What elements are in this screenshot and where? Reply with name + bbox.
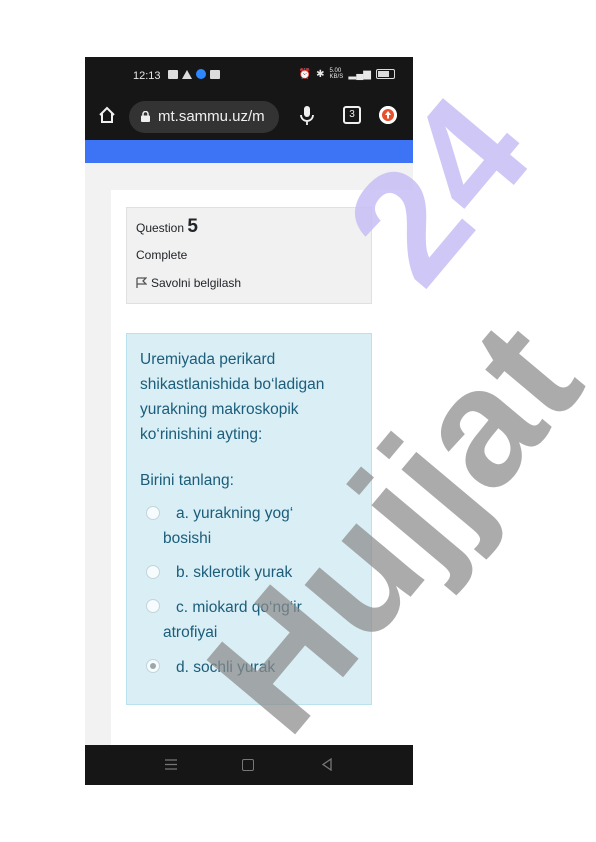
question-label: Question [136, 221, 185, 235]
option-c-text: c. miokard qo‘ng‘ir [176, 599, 302, 616]
home-icon[interactable] [97, 105, 117, 125]
option-d-text: d. sochli yurak [176, 659, 276, 676]
option-a-text: a. yurakning yog‘ [176, 505, 294, 522]
status-time: 12:13 [133, 70, 161, 82]
alarm-icon: ⏰ [298, 68, 312, 80]
question-text: Uremiyada perikard shikastlanishida bo‘l… [140, 351, 325, 443]
tabs-button[interactable]: 3 [343, 106, 361, 124]
url-text: mt.sammu.uz/m [158, 108, 265, 125]
mic-icon[interactable] [299, 105, 315, 127]
net-speed: 5.00 KB/S [329, 68, 344, 80]
option-a-text-2: bosishi [163, 530, 212, 547]
nav-home-icon[interactable] [242, 759, 254, 771]
question-info-block: Question 5 Complete Savolni belgilash [126, 207, 372, 304]
question-number: 5 [187, 216, 198, 237]
message-icon [168, 69, 178, 79]
flag-question-link[interactable]: Savolni belgilash [136, 276, 241, 290]
android-nav-bar [85, 745, 413, 785]
question-content: Uremiyada perikard shikastlanishida bo‘l… [126, 333, 372, 705]
question-state: Complete [136, 248, 188, 262]
system-icons: ⏰ ✱ 5.00 KB/S ▂▄▆ [299, 68, 395, 80]
recent-apps-icon[interactable] [165, 759, 177, 770]
question-title: Question 5 [136, 216, 198, 238]
app-icon [196, 69, 206, 79]
option-c-text-2: atrofiyai [163, 624, 218, 641]
lock-icon [141, 111, 150, 122]
bluetooth-icon: ✱ [316, 68, 325, 80]
radio-b[interactable] [146, 565, 160, 579]
status-bar: 12:13 ⏰ ✱ 5.00 KB/S ▂▄▆ [85, 57, 413, 94]
radio-d[interactable] [146, 659, 160, 673]
site-header-bar [85, 140, 413, 163]
notification-icons [168, 69, 220, 79]
battery-icon [376, 69, 395, 79]
back-icon[interactable] [321, 758, 333, 771]
signal-icon: ▂▄▆ [348, 68, 371, 80]
address-bar[interactable]: mt.sammu.uz/m [129, 101, 279, 133]
warning-icon [182, 69, 192, 79]
flag-label: Savolni belgilash [151, 276, 242, 290]
radio-a[interactable] [146, 506, 160, 520]
flag-icon [136, 277, 147, 288]
image-icon [210, 69, 220, 79]
browser-toolbar: mt.sammu.uz/m 3 [85, 94, 413, 140]
radio-c[interactable] [146, 599, 160, 613]
option-b-text: b. sklerotik yurak [176, 564, 293, 581]
phone-screen: 12:13 ⏰ ✱ 5.00 KB/S ▂▄▆ mt.sammu.uz/m 3 … [85, 57, 413, 785]
choose-prompt: Birini tanlang: [140, 472, 234, 489]
update-icon[interactable] [379, 106, 397, 124]
